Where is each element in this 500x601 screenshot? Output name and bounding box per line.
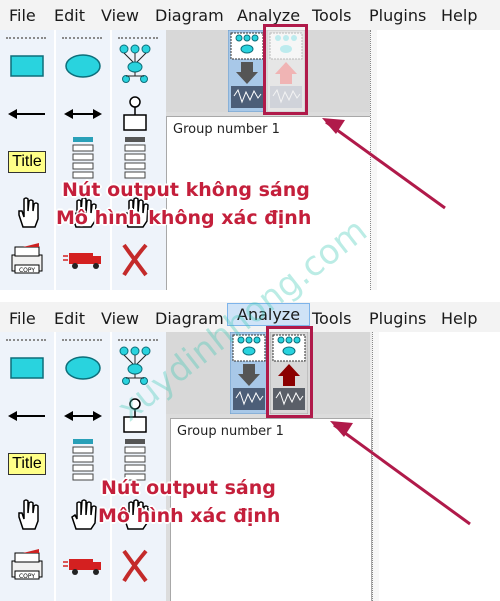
caption-line-2: Mô hình không xác định	[56, 207, 312, 229]
screenshot-top: File Edit View Diagram Analyze Tools Plu…	[0, 0, 500, 290]
pointer-arrow	[322, 118, 446, 210]
caption-line-1: Nút output sáng	[101, 477, 276, 499]
caption-line-2: Mô hình xác định	[98, 505, 281, 527]
caption-line-1: Nút output không sáng	[62, 179, 310, 201]
pointer-arrow	[330, 421, 471, 526]
screenshot-bottom: File Edit View Diagram Analyze Tools Plu…	[0, 302, 500, 601]
